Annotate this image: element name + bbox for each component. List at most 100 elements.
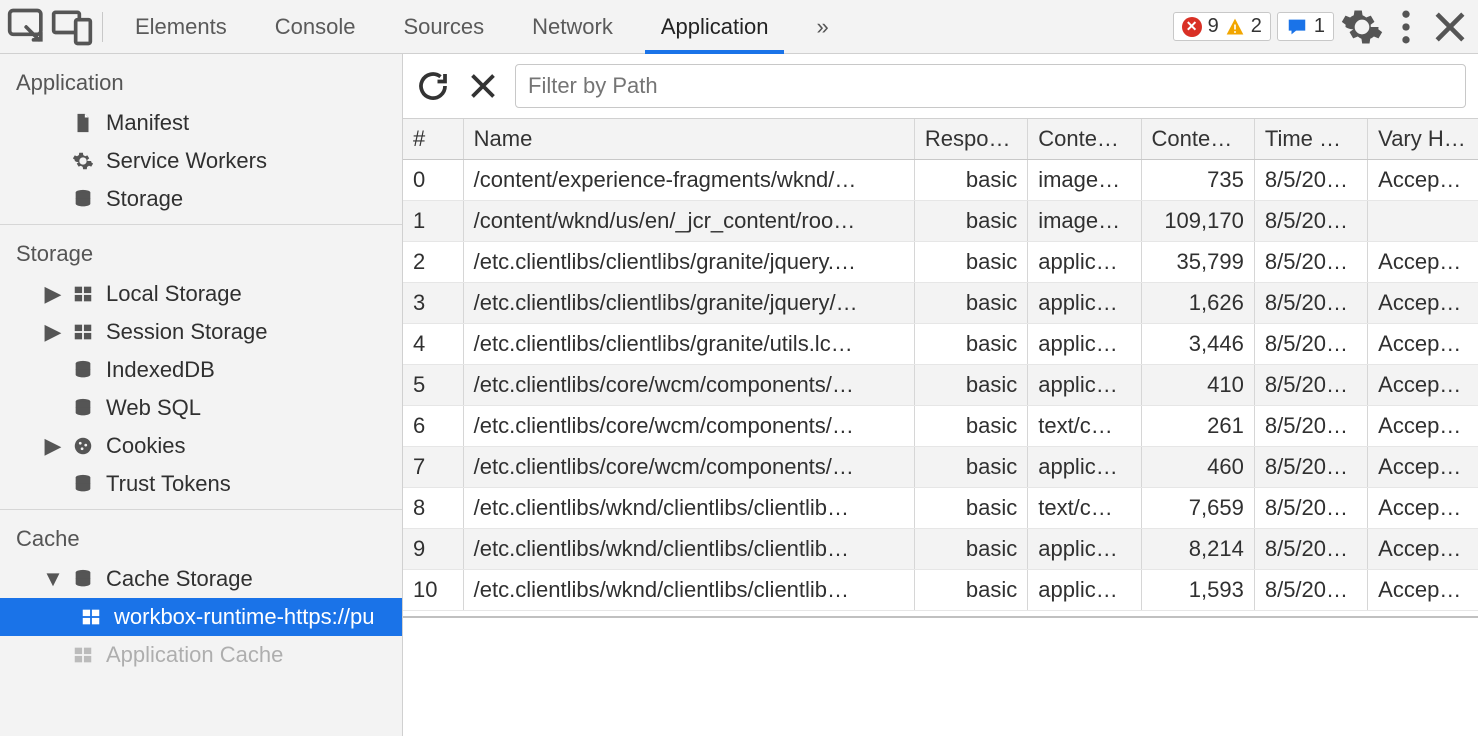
cell-response: basic: [914, 283, 1027, 324]
tab-label: Console: [275, 14, 356, 40]
cell-time: 8/5/20…: [1254, 160, 1367, 201]
sidebar-item-service-workers[interactable]: Service Workers: [0, 142, 402, 180]
sidebar-item-websql[interactable]: Web SQL: [0, 389, 402, 427]
cell-response: basic: [914, 529, 1027, 570]
cell-content-length: 109,170: [1141, 201, 1254, 242]
table-row[interactable]: 8/etc.clientlibs/wknd/clientlibs/clientl…: [403, 488, 1478, 529]
tab-console[interactable]: Console: [251, 0, 380, 53]
chevron-down-icon[interactable]: ▼: [46, 566, 60, 592]
cell-content-length: 735: [1141, 160, 1254, 201]
cell-content-length: 1,626: [1141, 283, 1254, 324]
cell-name: /content/wknd/us/en/_jcr_content/roo…: [463, 201, 914, 242]
close-icon[interactable]: [1428, 5, 1472, 49]
table-row[interactable]: 6/etc.clientlibs/core/wcm/components/…ba…: [403, 406, 1478, 447]
table-row[interactable]: 3/etc.clientlibs/clientlibs/granite/jque…: [403, 283, 1478, 324]
cell-response: basic: [914, 242, 1027, 283]
cell-vary: Accep…: [1368, 447, 1478, 488]
section-storage: Storage ▶ Local Storage ▶ Session Storag…: [0, 225, 402, 510]
cell-time: 8/5/20…: [1254, 570, 1367, 611]
device-toolbar-icon[interactable]: [50, 5, 94, 49]
tab-elements[interactable]: Elements: [111, 0, 251, 53]
chevron-right-icon[interactable]: ▶: [46, 433, 60, 459]
col-index[interactable]: #: [403, 119, 463, 160]
cell-response: basic: [914, 160, 1027, 201]
cell-name: /etc.clientlibs/core/wcm/components/…: [463, 406, 914, 447]
sidebar-item-cache-storage[interactable]: ▼ Cache Storage: [0, 560, 402, 598]
cell-name: /etc.clientlibs/core/wcm/components/…: [463, 447, 914, 488]
table-row[interactable]: 1/content/wknd/us/en/_jcr_content/roo…ba…: [403, 201, 1478, 242]
settings-icon[interactable]: [1340, 5, 1384, 49]
col-time[interactable]: Time …: [1254, 119, 1367, 160]
table-icon: [70, 642, 96, 668]
cell-index: 1: [403, 201, 463, 242]
section-cache: Cache ▼ Cache Storage workbox-runtime-ht…: [0, 510, 402, 736]
cell-time: 8/5/20…: [1254, 406, 1367, 447]
chevron-right-icon[interactable]: ▶: [46, 319, 60, 345]
cell-response: basic: [914, 488, 1027, 529]
devtools-topbar: Elements Console Sources Network Applica…: [0, 0, 1478, 54]
issues-counter[interactable]: ✕ 9 2: [1173, 12, 1271, 41]
label: Manifest: [106, 110, 189, 136]
table-row[interactable]: 7/etc.clientlibs/core/wcm/components/…ba…: [403, 447, 1478, 488]
sidebar-item-application-cache[interactable]: Application Cache: [0, 636, 402, 674]
message-icon: [1286, 16, 1308, 38]
refresh-icon[interactable]: [415, 68, 451, 104]
tabs-overflow-icon[interactable]: »: [792, 0, 852, 53]
sidebar-item-cache-entry[interactable]: workbox-runtime-https://pu: [0, 598, 402, 636]
table-header-row: # Name Respo… Conte… Conte… Time … Vary …: [403, 119, 1478, 160]
cell-response: basic: [914, 570, 1027, 611]
more-icon[interactable]: [1384, 5, 1428, 49]
cell-index: 9: [403, 529, 463, 570]
tab-network[interactable]: Network: [508, 0, 637, 53]
cell-time: 8/5/20…: [1254, 447, 1367, 488]
cell-index: 4: [403, 324, 463, 365]
filter-input[interactable]: [515, 64, 1466, 108]
cell-index: 2: [403, 242, 463, 283]
cell-content-type: applic…: [1028, 365, 1141, 406]
tab-sources[interactable]: Sources: [379, 0, 508, 53]
cell-vary: Accep…: [1368, 160, 1478, 201]
cell-vary: Accep…: [1368, 488, 1478, 529]
tab-application[interactable]: Application: [637, 0, 793, 53]
cell-index: 8: [403, 488, 463, 529]
sidebar-item-cookies[interactable]: ▶ Cookies: [0, 427, 402, 465]
sidebar-item-storage[interactable]: Storage: [0, 180, 402, 218]
table-row[interactable]: 4/etc.clientlibs/clientlibs/granite/util…: [403, 324, 1478, 365]
col-response[interactable]: Respo…: [914, 119, 1027, 160]
sidebar-item-trust-tokens[interactable]: Trust Tokens: [0, 465, 402, 503]
cell-response: basic: [914, 406, 1027, 447]
chevron-right-icon[interactable]: ▶: [46, 281, 60, 307]
table-icon: [70, 319, 96, 345]
cell-content-type: applic…: [1028, 529, 1141, 570]
sidebar-item-indexeddb[interactable]: IndexedDB: [0, 351, 402, 389]
col-vary[interactable]: Vary H…: [1368, 119, 1478, 160]
label: Trust Tokens: [106, 471, 231, 497]
table-icon: [78, 604, 104, 630]
clear-icon[interactable]: [465, 68, 501, 104]
sidebar-item-session-storage[interactable]: ▶ Session Storage: [0, 313, 402, 351]
cell-name: /etc.clientlibs/clientlibs/granite/jquer…: [463, 283, 914, 324]
col-content-type[interactable]: Conte…: [1028, 119, 1141, 160]
table-row[interactable]: 0/content/experience-fragments/wknd/…bas…: [403, 160, 1478, 201]
table-row[interactable]: 5/etc.clientlibs/core/wcm/components/…ba…: [403, 365, 1478, 406]
divider: [102, 12, 103, 42]
cell-content-type: text/c…: [1028, 406, 1141, 447]
table-row[interactable]: 9/etc.clientlibs/wknd/clientlibs/clientl…: [403, 529, 1478, 570]
table-row[interactable]: 10/etc.clientlibs/wknd/clientlibs/client…: [403, 570, 1478, 611]
cell-time: 8/5/20…: [1254, 324, 1367, 365]
label: Web SQL: [106, 395, 201, 421]
label: workbox-runtime-https://pu: [114, 604, 374, 630]
table-row[interactable]: 2/etc.clientlibs/clientlibs/granite/jque…: [403, 242, 1478, 283]
section-title: Storage: [0, 231, 402, 275]
inspect-element-icon[interactable]: [6, 5, 50, 49]
tab-label: Sources: [403, 14, 484, 40]
col-content-length[interactable]: Conte…: [1141, 119, 1254, 160]
sidebar-item-manifest[interactable]: Manifest: [0, 104, 402, 142]
cell-vary: [1368, 201, 1478, 242]
sidebar-item-local-storage[interactable]: ▶ Local Storage: [0, 275, 402, 313]
cookie-icon: [70, 433, 96, 459]
cache-content: # Name Respo… Conte… Conte… Time … Vary …: [403, 54, 1478, 736]
table-icon: [70, 281, 96, 307]
col-name[interactable]: Name: [463, 119, 914, 160]
messages-counter[interactable]: 1: [1277, 12, 1334, 41]
